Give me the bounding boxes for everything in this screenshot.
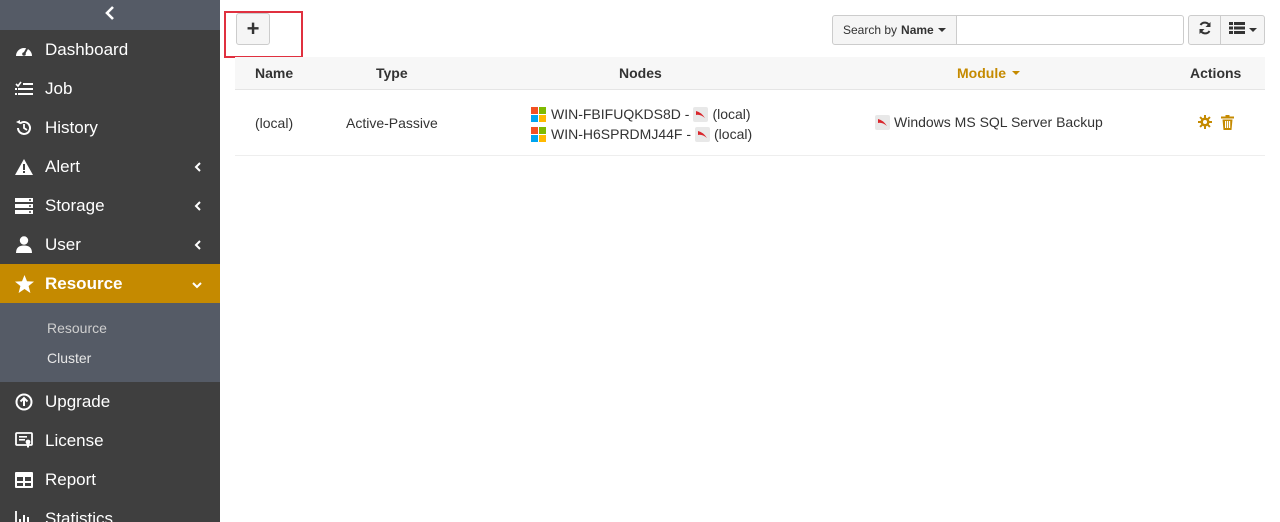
star-icon	[14, 274, 34, 294]
cell-nodes: WIN-FBIFUQKDS8D - (local) WIN-H6SPRDMJ44…	[531, 104, 752, 144]
bar-chart-icon	[14, 509, 34, 522]
chevron-left-icon	[194, 235, 202, 255]
sidebar-item-license[interactable]: License	[0, 421, 220, 460]
node-target: (local)	[714, 126, 753, 142]
columns-toggle-button[interactable]	[1220, 15, 1265, 45]
cell-actions	[1197, 114, 1235, 130]
arrow-up-circle-icon	[14, 392, 34, 412]
node-host: WIN-FBIFUQKDS8D -	[551, 106, 690, 122]
sidebar-item-label: Dashboard	[45, 39, 129, 59]
sidebar-item-label: Upgrade	[45, 391, 111, 411]
submenu-item-cluster[interactable]: Cluster	[0, 343, 220, 373]
trash-icon[interactable]	[1219, 114, 1235, 130]
list-icon	[1228, 21, 1245, 39]
sidebar-item-history[interactable]: History	[0, 108, 220, 147]
sidebar-collapse-button[interactable]	[0, 0, 220, 30]
table-row: (local) Active-Passive WIN-FBIFUQKDS8D -…	[235, 90, 1265, 156]
sidebar-item-label: Job	[45, 78, 73, 98]
sidebar-item-label: Report	[45, 469, 97, 489]
search-input[interactable]	[956, 15, 1184, 45]
server-icon	[14, 196, 34, 216]
main-content: + Search by Name Name Type Nodes Module …	[220, 0, 1280, 522]
module-icon	[695, 126, 711, 142]
header-module-label: Module	[957, 65, 1006, 81]
sidebar-item-label: License	[45, 430, 104, 450]
sidebar-item-report[interactable]: Report	[0, 460, 220, 499]
sidebar-item-label: Storage	[45, 195, 105, 215]
gauge-icon	[14, 40, 34, 60]
sidebar-item-dashboard[interactable]: Dashboard	[0, 30, 220, 69]
table-header: Name Type Nodes Module Actions	[235, 57, 1265, 90]
caret-down-icon	[1248, 28, 1257, 32]
add-resource-button[interactable]: +	[236, 13, 270, 45]
caret-down-icon	[937, 28, 946, 32]
refresh-button[interactable]	[1188, 15, 1221, 45]
node-entry: WIN-H6SPRDMJ44F - (local)	[531, 124, 752, 144]
resource-table: Name Type Nodes Module Actions (local) A…	[235, 57, 1265, 156]
sidebar-item-user[interactable]: User	[0, 225, 220, 264]
sidebar-item-label: Resource	[45, 273, 123, 293]
sidebar-item-label: User	[45, 234, 81, 254]
header-actions: Actions	[1190, 65, 1242, 81]
chevron-left-icon	[194, 157, 202, 177]
sort-caret-icon	[1012, 71, 1020, 75]
chevron-left-icon	[194, 196, 202, 216]
module-label: Windows MS SQL Server Backup	[894, 114, 1103, 130]
header-name[interactable]: Name	[255, 65, 293, 81]
refresh-icon	[1198, 21, 1212, 40]
search-group: Search by Name	[832, 15, 1184, 45]
module-icon	[693, 106, 709, 122]
sidebar-item-statistics[interactable]: Statistics	[0, 499, 220, 522]
node-entry: WIN-FBIFUQKDS8D - (local)	[531, 104, 752, 124]
sidebar: Dashboard Job History Alert Storage User…	[0, 0, 220, 522]
cell-module: Windows MS SQL Server Backup	[871, 114, 1103, 130]
node-host: WIN-H6SPRDMJ44F -	[551, 126, 692, 142]
certificate-icon	[14, 431, 34, 451]
warning-icon	[14, 157, 34, 177]
sidebar-item-resource[interactable]: Resource	[0, 264, 220, 303]
sql-server-icon	[875, 114, 890, 130]
sidebar-item-label: Statistics	[45, 508, 114, 522]
tasks-icon	[14, 79, 34, 99]
sidebar-item-upgrade[interactable]: Upgrade	[0, 382, 220, 421]
node-target: (local)	[712, 106, 751, 122]
sidebar-item-alert[interactable]: Alert	[0, 147, 220, 186]
resource-submenu: Resource Cluster	[0, 303, 220, 382]
table-icon	[14, 470, 34, 490]
search-by-dropdown[interactable]: Search by Name	[832, 15, 957, 45]
windows-icon	[531, 106, 546, 122]
header-nodes[interactable]: Nodes	[619, 65, 662, 81]
sidebar-item-label: Alert	[45, 156, 80, 176]
cell-type: Active-Passive	[346, 115, 438, 131]
user-icon	[14, 235, 34, 255]
history-icon	[14, 118, 34, 138]
submenu-item-resource[interactable]: Resource	[0, 313, 220, 343]
search-by-prefix: Search by	[843, 23, 898, 37]
chevron-down-icon	[192, 274, 202, 294]
sidebar-item-label: History	[45, 117, 98, 137]
sidebar-item-storage[interactable]: Storage	[0, 186, 220, 225]
sidebar-item-job[interactable]: Job	[0, 69, 220, 108]
windows-icon	[531, 126, 546, 142]
header-module[interactable]: Module	[957, 65, 1020, 81]
gear-icon[interactable]	[1197, 114, 1213, 130]
header-type[interactable]: Type	[376, 65, 408, 81]
cell-name: (local)	[255, 115, 294, 131]
chevron-left-icon	[104, 5, 116, 25]
search-by-field: Name	[901, 23, 934, 37]
